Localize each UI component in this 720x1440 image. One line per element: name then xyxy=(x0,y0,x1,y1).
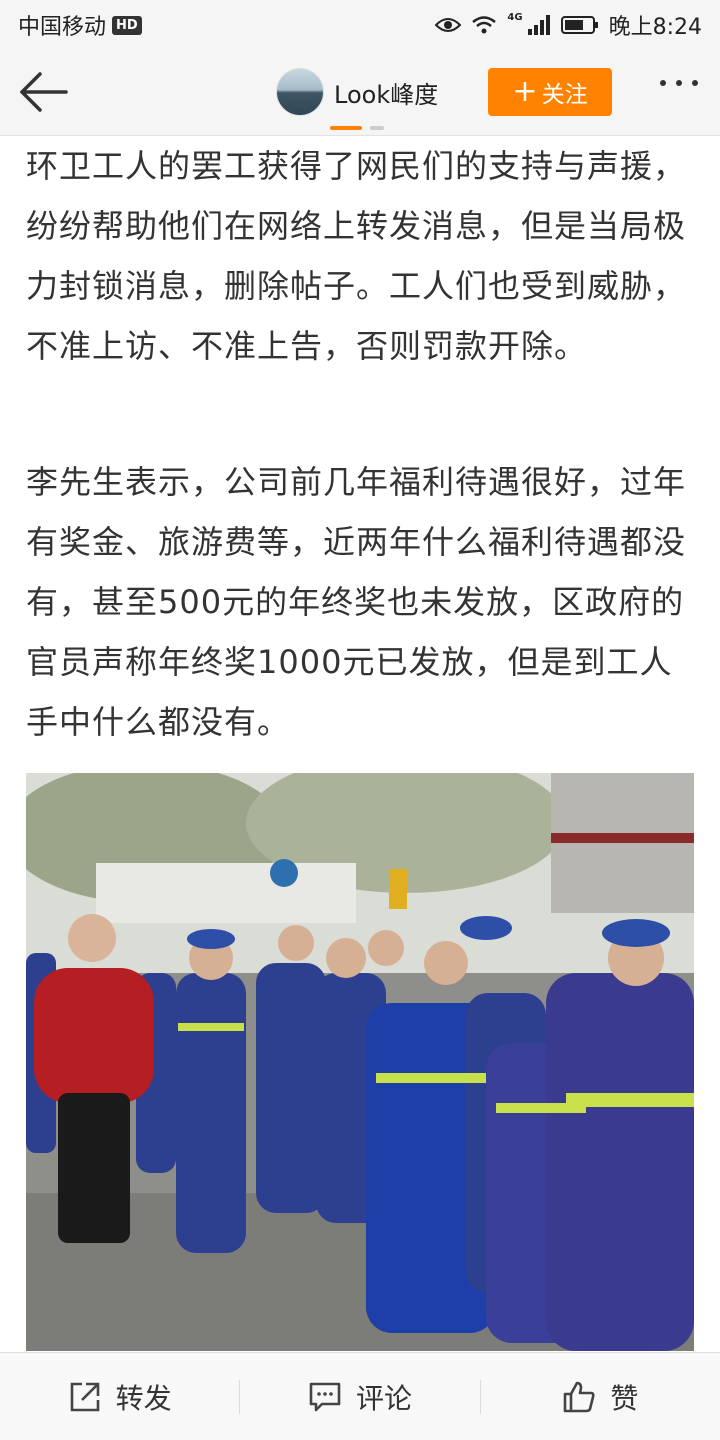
comment-label: 评论 xyxy=(355,1381,412,1415)
status-left: 中国移动 HD xyxy=(18,9,142,41)
thumbs-up-icon xyxy=(564,1381,595,1412)
like-label: 赞 xyxy=(610,1381,639,1415)
back-arrow-icon xyxy=(20,72,68,112)
more-dot xyxy=(692,80,698,86)
repost-button[interactable]: 转发 xyxy=(0,1353,239,1440)
status-bar: 中国移动 HD 4G 晚上8:24 xyxy=(0,0,720,50)
indicator-active xyxy=(330,126,362,130)
article-photo[interactable] xyxy=(26,773,694,1351)
more-dot xyxy=(676,80,682,86)
network-type: 4G xyxy=(507,11,523,23)
account-name[interactable]: Look峰度 xyxy=(334,75,438,110)
clock: 晚上8:24 xyxy=(608,15,702,40)
follow-button[interactable]: + 关注 xyxy=(488,68,612,116)
comment-icon xyxy=(309,1382,341,1411)
bottom-action-bar: 转发 评论 赞 xyxy=(0,1352,720,1440)
repost-label: 转发 xyxy=(115,1381,172,1415)
nav-bar: Look峰度 + 关注 xyxy=(0,50,720,136)
more-dot xyxy=(660,80,666,86)
hd-badge: HD xyxy=(112,15,142,35)
indicator-inactive xyxy=(370,126,384,130)
plus-icon: + xyxy=(512,74,538,109)
signal-icon xyxy=(527,15,551,35)
eye-icon xyxy=(435,16,462,34)
status-right: 4G 晚上8:24 xyxy=(435,9,702,41)
article-paragraph: 环卫工人的罢工获得了网民们的支持与声援，纷纷帮助他们在网络上转发消息，但是当局极… xyxy=(26,147,687,365)
more-button[interactable] xyxy=(660,80,698,86)
carrier-name: 中国移动 xyxy=(18,15,107,40)
wifi-icon xyxy=(471,15,497,35)
back-button[interactable] xyxy=(18,70,70,114)
avatar[interactable] xyxy=(276,68,324,116)
follow-label: 关注 xyxy=(541,82,588,108)
article-paragraph: 李先生表示，公司前几年福利待遇很好，过年有奖金、旅游费等，近两年什么福利待遇都没… xyxy=(26,463,687,741)
account-header[interactable]: Look峰度 xyxy=(276,68,438,116)
repost-icon xyxy=(70,1382,99,1411)
like-button[interactable]: 赞 xyxy=(481,1353,720,1440)
battery-icon xyxy=(560,15,599,35)
comment-button[interactable]: 评论 xyxy=(240,1353,479,1440)
page-indicator xyxy=(330,126,384,130)
